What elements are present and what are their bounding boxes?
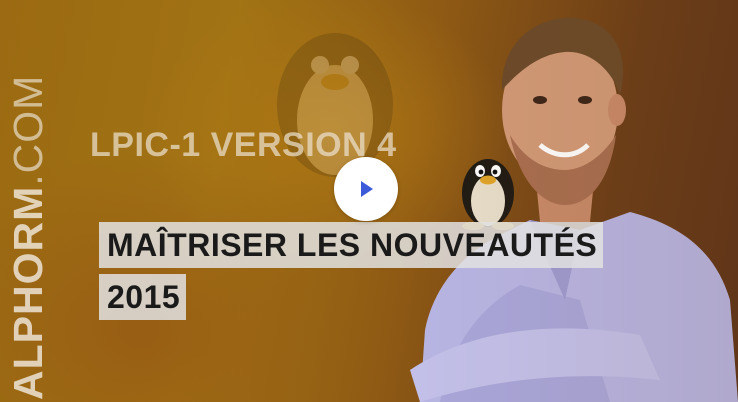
brand-name-bold: ALPHORM [5, 185, 51, 400]
course-version-label: LPIC-1 VERSION 4 [90, 126, 397, 164]
play-button[interactable] [334, 157, 398, 221]
course-title-line-2: 2015 [99, 274, 187, 320]
video-thumbnail[interactable]: ALPHORM.COM LPIC-1 VERSION 4 MAÎTRISER L… [0, 0, 738, 402]
play-icon [361, 181, 373, 197]
brand-logo-text: ALPHORM.COM [5, 0, 51, 400]
course-title-line-1: MAÎTRISER LES NOUVEAUTÉS [99, 222, 604, 268]
brand-name-suffix: .COM [5, 74, 51, 186]
presenter-photo [410, 17, 738, 402]
